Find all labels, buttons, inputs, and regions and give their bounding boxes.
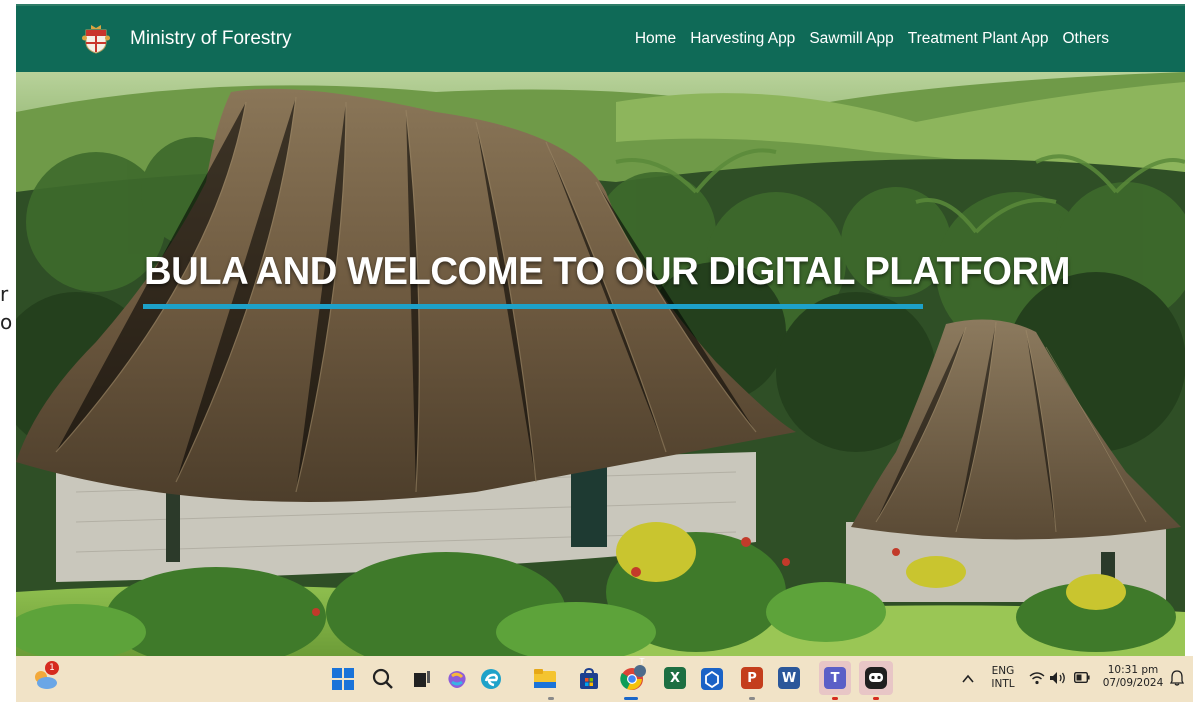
nav-harvesting-app[interactable]: Harvesting App bbox=[690, 30, 795, 48]
chat-bot-icon[interactable] bbox=[864, 666, 888, 690]
clipped-glyph: o bbox=[0, 310, 13, 334]
copilot-icon[interactable] bbox=[446, 668, 468, 690]
nav-sawmill-app[interactable]: Sawmill App bbox=[809, 30, 893, 48]
windows-start-icon[interactable] bbox=[332, 668, 354, 690]
attention-indicator bbox=[873, 697, 879, 700]
hero-title: BULA AND WELCOME TO OUR DIGITAL PLATFORM bbox=[144, 250, 1070, 293]
windows-taskbar: 1 T X P W T ENG INTL 10:31 pm 07/09/2024 bbox=[16, 656, 1193, 702]
attention-indicator bbox=[832, 697, 838, 700]
excel-icon[interactable]: X bbox=[664, 667, 686, 689]
clock-time: 10:31 pm bbox=[1107, 664, 1159, 676]
battery-icon[interactable] bbox=[1074, 672, 1090, 683]
hero-title-underline bbox=[143, 304, 923, 309]
clock-date: 07/09/2024 bbox=[1102, 677, 1164, 689]
running-indicator bbox=[548, 697, 554, 700]
task-view-icon[interactable] bbox=[412, 669, 432, 689]
clipped-glyph: r bbox=[0, 282, 9, 306]
hero-background-image bbox=[16, 72, 1185, 656]
input-language[interactable]: ENG INTL bbox=[988, 665, 1018, 691]
left-edge-strip: r o bbox=[0, 0, 16, 702]
active-app-indicator bbox=[624, 697, 638, 700]
nav-others[interactable]: Others bbox=[1062, 30, 1109, 48]
clock[interactable]: 10:31 pm 07/09/2024 bbox=[1100, 664, 1166, 690]
chrome-icon[interactable] bbox=[620, 665, 646, 691]
brand-name: Ministry of Forestry bbox=[130, 28, 292, 49]
weather-notification-badge: 1 bbox=[45, 661, 59, 675]
teams-icon[interactable]: T bbox=[824, 667, 846, 689]
language-code: ENG bbox=[991, 665, 1015, 677]
nav-treatment-plant-app[interactable]: Treatment Plant App bbox=[908, 30, 1049, 48]
hero-banner: BULA AND WELCOME TO OUR DIGITAL PLATFORM bbox=[16, 72, 1185, 656]
volume-icon[interactable] bbox=[1049, 671, 1067, 685]
nav-links: Home Harvesting App Sawmill App Treatmen… bbox=[621, 30, 1109, 48]
powerpoint-icon[interactable]: P bbox=[741, 667, 763, 689]
file-explorer-icon[interactable] bbox=[534, 669, 556, 689]
word-icon[interactable]: W bbox=[778, 667, 800, 689]
edge-icon[interactable] bbox=[480, 668, 502, 690]
notification-bell-icon[interactable] bbox=[1170, 670, 1184, 686]
chevron-up-icon[interactable] bbox=[962, 674, 974, 684]
wifi-icon[interactable] bbox=[1029, 671, 1045, 685]
unknown-app-icon[interactable] bbox=[701, 668, 723, 690]
brand[interactable]: Ministry of Forestry bbox=[82, 24, 292, 54]
coat-of-arms-icon bbox=[82, 25, 110, 54]
nav-home[interactable]: Home bbox=[635, 30, 676, 48]
keyboard-layout: INTL bbox=[991, 678, 1015, 690]
top-navbar: Ministry of Forestry Home Harvesting App… bbox=[16, 4, 1185, 72]
microsoft-store-icon[interactable] bbox=[578, 668, 600, 690]
running-indicator bbox=[749, 697, 755, 700]
search-icon[interactable] bbox=[372, 668, 394, 690]
chrome-profile-badge: T bbox=[639, 657, 645, 666]
